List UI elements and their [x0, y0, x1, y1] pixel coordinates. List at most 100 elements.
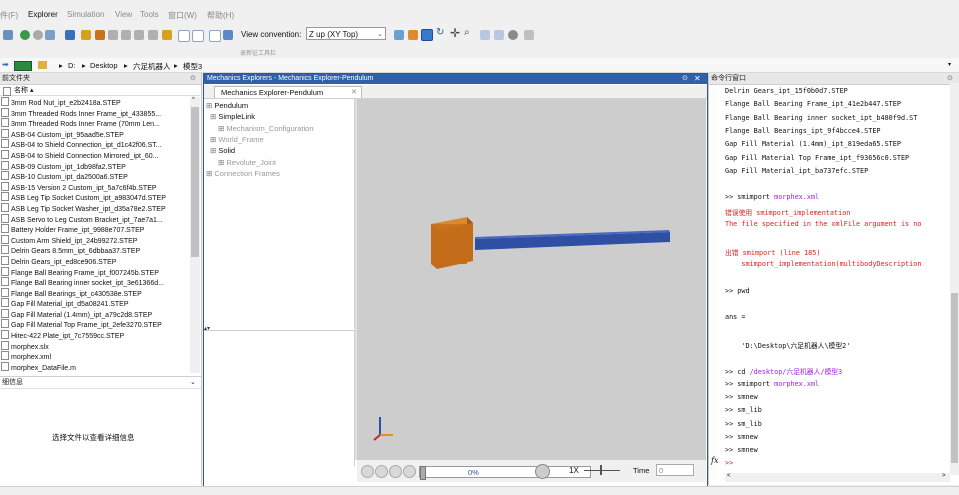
file-list-scrollbar[interactable]: ^ — [190, 97, 200, 373]
file-list-item[interactable]: morphex.xml — [0, 351, 190, 362]
translucent-icon[interactable] — [121, 30, 131, 40]
progress-handle[interactable] — [420, 466, 426, 480]
zoom-box-icon[interactable] — [480, 30, 490, 40]
menu-explorer[interactable]: Explorer — [28, 10, 58, 19]
print-icon[interactable] — [3, 30, 13, 40]
close-icon[interactable]: ✕ — [694, 74, 701, 84]
save-view-icon[interactable] — [223, 30, 233, 40]
progress-slider[interactable]: 0% — [419, 466, 591, 480]
center-icon[interactable] — [148, 30, 158, 40]
folder-nav-icon[interactable] — [14, 61, 32, 71]
opaque-icon[interactable] — [108, 30, 118, 40]
file-list-item[interactable]: Gap Fill Material_ipt_d5a08241.STEP — [0, 298, 190, 309]
pan-icon[interactable]: ✛ — [450, 26, 460, 40]
crumb-folder[interactable]: 六足机器人 — [133, 61, 171, 72]
wireframe-icon[interactable] — [134, 30, 144, 40]
play-icon[interactable] — [389, 465, 402, 478]
step-forward-icon[interactable] — [403, 465, 416, 478]
name-column-header[interactable]: 名称 ▴ — [0, 85, 200, 96]
file-list-item[interactable]: ASB-04 Custom_ipt_95aad5e.STEP — [0, 128, 190, 140]
file-list-item[interactable]: 3mm Threaded Rods Inner Frame (70mm Len.… — [0, 118, 190, 129]
tab-close-icon[interactable]: ✕ — [351, 87, 357, 98]
file-list-item[interactable]: ASB-04 to Shield Connection Mirrored_ipt… — [0, 149, 190, 161]
stop-icon[interactable] — [45, 30, 55, 40]
file-list-item[interactable]: ASB-09 Custom_ipt_1db98fa2.STEP — [0, 160, 190, 172]
file-list-item[interactable]: Hitec-422 Plate_ipt_7c7559cc.STEP — [0, 330, 190, 341]
address-dropdown-icon[interactable]: ▾ — [948, 61, 951, 68]
select-icon[interactable] — [408, 30, 418, 40]
fit-to-view-icon[interactable] — [394, 30, 404, 40]
record-icon[interactable] — [535, 464, 550, 479]
settings-icon[interactable] — [508, 30, 518, 40]
fx-icon[interactable]: fx — [711, 456, 718, 465]
command-scrollbar[interactable] — [950, 83, 959, 475]
file-list-item[interactable]: ASB Leg Tip Socket Washer_ipt_d35a78e2.S… — [0, 202, 190, 214]
file-list-item[interactable]: 3mm Rod Nut_ipt_e2b2418a.STEP — [0, 97, 190, 108]
file-list-item[interactable]: ASB-10 Custom_ipt_da2500a6.STEP — [0, 171, 190, 182]
zoom-icon[interactable]: ⌕ — [464, 27, 470, 38]
file-list-item[interactable]: Flange Ball Bearing Frame_ipt_f007245b.S… — [0, 266, 190, 278]
details-collapse-icon[interactable]: ⌄ — [190, 377, 196, 388]
crumb-drive[interactable]: D: — [68, 61, 76, 70]
file-list-item[interactable]: ASB-04 to Shield Connection_ipt_d1c42f06… — [0, 139, 190, 150]
menu-window[interactable]: 窗口(W) — [168, 10, 197, 21]
menu-tools[interactable]: Tools — [140, 10, 159, 19]
speed-slider-handle[interactable] — [600, 465, 602, 475]
3d-viewport[interactable] — [357, 99, 706, 460]
command-hscrollbar[interactable]: < > — [725, 473, 950, 482]
rewind-icon[interactable] — [361, 465, 374, 478]
file-list-item[interactable]: Gap Fill Material Top Frame_ipt_2efe3270… — [0, 319, 190, 330]
file-list-item[interactable]: morphex_DataFile.m — [0, 361, 190, 373]
step-back-icon[interactable] — [375, 465, 388, 478]
tree-node[interactable]: ⊞ Revolute_Joint — [218, 158, 276, 167]
window-menu-icon[interactable]: ⊙ — [682, 74, 688, 84]
tree-node[interactable]: ⊞ World_Frame — [210, 135, 264, 144]
help-icon[interactable] — [524, 30, 534, 40]
file-list-item[interactable]: ASB Leg Tip Socket Custom_ipt_a983047d.S… — [0, 192, 190, 203]
command-output[interactable]: Delrin Gears_ipt_15f0b0d7.STEP Flange Bal… — [725, 87, 949, 471]
rotate-icon[interactable] — [421, 29, 433, 41]
tree-node[interactable]: ⊞ Connection Frames — [206, 169, 280, 178]
split-view-icon[interactable] — [192, 30, 204, 42]
folder-up-icon[interactable] — [38, 61, 47, 69]
file-list-item[interactable]: 3mm Threaded Rods Inner Frame_ipt_433855… — [0, 107, 190, 119]
highlight-icon[interactable] — [162, 30, 172, 40]
file-list-scroll-thumb[interactable] — [191, 107, 199, 257]
file-list-item[interactable]: Custom Arm Shield_ipt_24b99272.STEP — [0, 234, 190, 246]
tree-node[interactable]: ⊞ Pendulum — [206, 101, 248, 110]
crumb-desktop[interactable]: Desktop — [90, 61, 118, 70]
file-list-item[interactable]: Delrin Gears_ipt_ed8ce906.STEP — [0, 255, 190, 267]
command-scroll-thumb[interactable] — [951, 293, 958, 463]
run-icon[interactable] — [20, 30, 30, 40]
frames-icon[interactable] — [81, 30, 91, 40]
tree-node[interactable]: ⊞ Mechanism_Configuration — [218, 124, 314, 133]
file-list-item[interactable]: morphex.slx — [0, 340, 190, 352]
solid-icon[interactable] — [95, 30, 105, 40]
scroll-left-icon[interactable]: < — [727, 473, 731, 479]
single-view-icon[interactable] — [178, 30, 190, 42]
file-list-item[interactable]: Battery Holder Frame_ipt_9988e707.STEP — [0, 224, 190, 235]
file-list-item[interactable]: Gap Fill Material (1.4mm)_ipt_a79c2d8.ST… — [0, 308, 190, 320]
file-list-item[interactable]: Flange Ball Bearing inner socket_ipt_3e6… — [0, 277, 190, 288]
menu-view[interactable]: View — [115, 10, 132, 19]
file-list-item[interactable]: ASB-15 Version 2 Custom_ipt_5a7c6f4b.STE… — [0, 181, 190, 193]
scroll-right-icon[interactable]: > — [942, 473, 946, 479]
mechanics-explorer-titlebar[interactable]: Mechanics Explorers - Mechanics Explorer… — [204, 74, 707, 84]
speed-slider[interactable] — [584, 470, 620, 471]
pause-icon[interactable] — [33, 30, 43, 40]
spin-icon[interactable]: ↻ — [436, 27, 444, 38]
menu-file[interactable]: 件(F) — [0, 10, 18, 21]
fit-icon[interactable] — [65, 30, 75, 40]
panel-menu-icon[interactable]: ⊙ — [190, 73, 196, 84]
scroll-up-icon[interactable]: ^ — [192, 97, 195, 103]
axes-icon[interactable] — [494, 30, 504, 40]
select-all-checkbox[interactable] — [3, 87, 11, 96]
time-input[interactable]: 0 — [656, 464, 694, 476]
crumb-current[interactable]: 模型3 — [183, 61, 202, 72]
back-arrow-icon[interactable]: ➡ — [2, 60, 9, 69]
tree-node[interactable]: ⊞ SimpleLink — [210, 112, 255, 121]
quad-view-icon[interactable] — [209, 30, 221, 42]
menu-help[interactable]: 帮助(H) — [207, 10, 234, 21]
menu-simulation[interactable]: Simulation — [67, 10, 104, 19]
file-list-item[interactable]: Flange Ball Bearings_ipt_c430538e.STEP — [0, 287, 190, 299]
